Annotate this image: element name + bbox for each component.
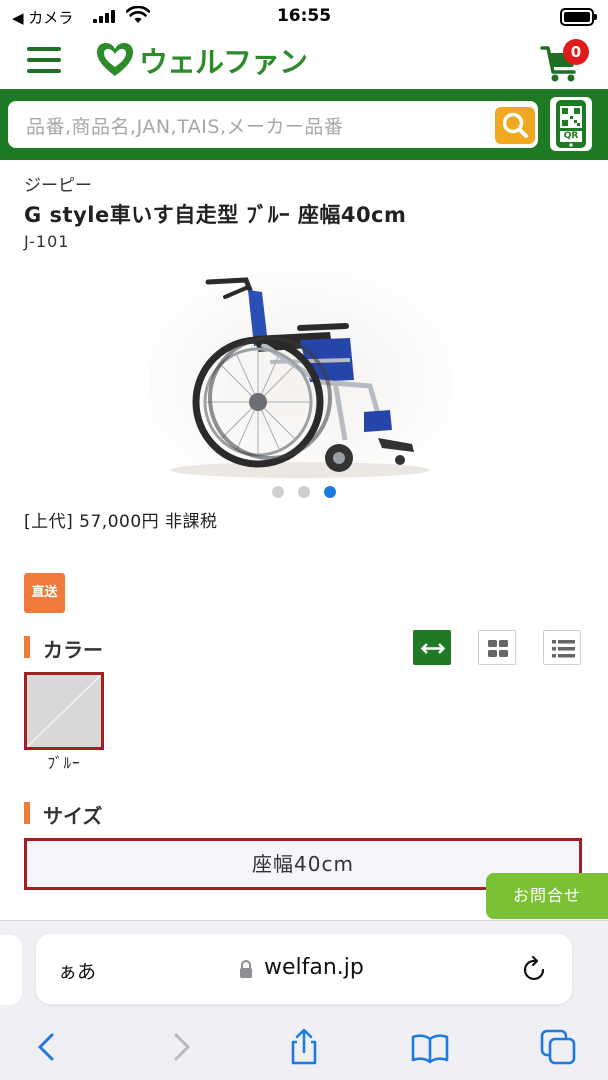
site-header: ウェルファン 0 <box>0 36 608 88</box>
lock-icon <box>240 960 252 978</box>
qr-phone-icon <box>556 100 586 148</box>
menu-icon[interactable] <box>27 46 61 74</box>
maker-name[interactable]: ジーピー <box>24 171 92 196</box>
status-bar: ◀ カメラ 16:55 <box>0 0 608 36</box>
carousel-dot-active[interactable] <box>324 486 336 498</box>
text-size-button[interactable]: ぁあ <box>58 957 96 984</box>
url-text: welfan.jp <box>264 955 364 980</box>
cart-button[interactable]: 0 <box>540 39 589 82</box>
price-text: [上代] 57,000円 非課税 <box>24 512 218 532</box>
qr-scan-button[interactable]: QR <box>550 97 592 151</box>
qr-label: QR <box>563 131 579 141</box>
logo-text: ウェルファン <box>139 45 308 79</box>
grid-icon <box>488 640 508 657</box>
product-title: G style車いす自走型 ﾌﾞﾙｰ 座幅40cm <box>24 203 407 227</box>
view-scroll-button[interactable] <box>413 630 451 665</box>
product-code: J-101 <box>24 232 70 251</box>
carousel-dots <box>270 486 340 498</box>
reload-icon[interactable] <box>521 954 549 984</box>
previous-tab-stub[interactable] <box>0 935 22 1005</box>
search-field[interactable]: 品番,商品名,JAN,TAIS,メーカー品番 <box>8 101 538 148</box>
color-swatch-label: ﾌﾞﾙｰ <box>47 754 81 772</box>
view-list-button[interactable] <box>543 630 581 665</box>
search-icon <box>502 112 528 138</box>
heart-logo-icon <box>97 43 133 76</box>
product-image[interactable] <box>150 262 450 480</box>
safari-bottom-toolbar <box>0 1021 608 1071</box>
search-button[interactable] <box>495 107 535 144</box>
share-icon[interactable] <box>284 1027 324 1067</box>
bookmarks-icon[interactable] <box>410 1027 450 1067</box>
back-icon[interactable] <box>28 1027 68 1067</box>
forward-icon[interactable] <box>160 1027 200 1067</box>
tabs-icon[interactable] <box>538 1027 578 1067</box>
search-band: 品番,商品名,JAN,TAIS,メーカー品番 QR <box>0 89 608 160</box>
view-grid-button[interactable] <box>478 630 516 665</box>
cart-count-badge: 0 <box>563 39 589 65</box>
no-image-diagonal <box>27 675 101 747</box>
clock: 16:55 <box>276 6 332 26</box>
horizontal-arrows-icon <box>420 643 446 654</box>
battery-icon <box>560 8 597 26</box>
browser-toolbar: ぁあ welfan.jp <box>0 920 608 1080</box>
address-bar[interactable]: ぁあ welfan.jp <box>36 934 572 1004</box>
size-section-heading: サイズ <box>24 800 102 829</box>
contact-button[interactable]: お問合せ <box>486 873 608 919</box>
search-input-placeholder[interactable]: 品番,商品名,JAN,TAIS,メーカー品番 <box>26 112 343 139</box>
list-icon <box>552 640 575 658</box>
direct-ship-badge: 直送 <box>24 573 65 613</box>
color-swatch-blue[interactable] <box>24 672 104 750</box>
carousel-dot[interactable] <box>272 486 284 498</box>
wheelchair-photo <box>150 262 450 480</box>
site-logo[interactable]: ウェルファン <box>95 40 308 80</box>
carousel-dot[interactable] <box>298 486 310 498</box>
color-section-heading: カラー <box>24 634 103 663</box>
